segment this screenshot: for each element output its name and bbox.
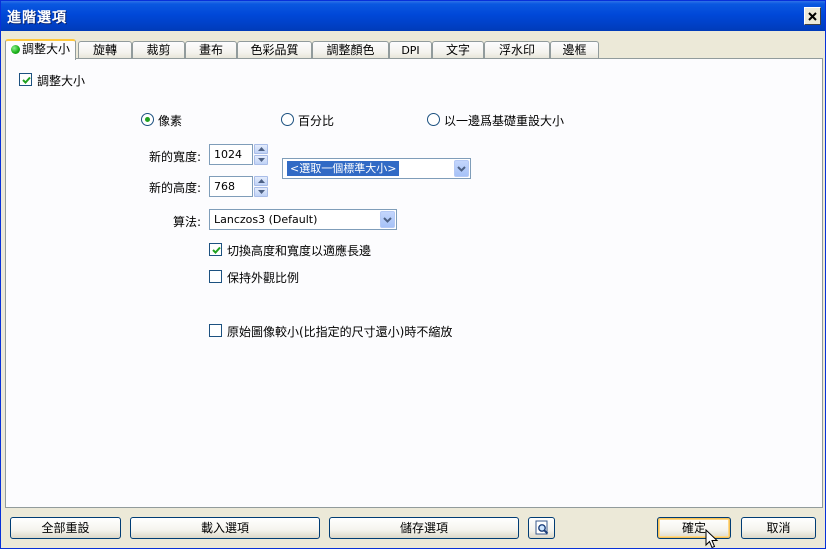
tab-label: 調整顏色 <box>326 43 375 57</box>
dropdown-button[interactable] <box>380 211 395 228</box>
tab-label: DPI <box>401 44 420 57</box>
preview-button[interactable] <box>528 517 555 539</box>
standard-size-value: <選取一個標準大小> <box>287 161 400 176</box>
checkmark-icon <box>22 76 31 84</box>
tab-color-quality[interactable]: 色彩品質 <box>237 41 312 59</box>
chevron-down-icon <box>457 165 466 172</box>
arrow-down-icon <box>257 158 265 162</box>
tab-resize[interactable]: 調整大小 <box>5 39 76 60</box>
tab-label: 畫布 <box>198 43 223 57</box>
algorithm-label: 算法: <box>173 215 202 229</box>
checkmark-icon <box>212 246 221 254</box>
tab-label: 邊框 <box>562 43 587 57</box>
enable-resize-checkbox[interactable] <box>19 73 32 86</box>
radio-one-side-label: 以一邊爲基礎重設大小 <box>444 114 565 128</box>
tab-label: 色彩品質 <box>250 43 299 57</box>
arrow-down-icon <box>257 190 265 194</box>
width-decrement-button[interactable] <box>254 155 268 165</box>
arrow-up-icon <box>257 147 265 151</box>
reset-all-button[interactable]: 全部重設 <box>10 517 121 539</box>
height-increment-button[interactable] <box>254 176 268 186</box>
mouse-pointer-icon <box>705 529 719 549</box>
radio-percent-label: 百分比 <box>298 114 335 128</box>
title-bar: 進階選項 <box>1 1 825 31</box>
tab-label: 浮水印 <box>498 43 535 57</box>
no-enlarge-label: 原始圖像較小(比指定的尺寸還小)時不縮放 <box>227 325 453 339</box>
tab-adjust-color[interactable]: 調整顏色 <box>312 41 389 59</box>
save-options-button[interactable]: 儲存選項 <box>329 517 519 539</box>
standard-size-select[interactable]: <選取一個標準大小> <box>282 158 471 179</box>
chevron-down-icon <box>383 216 392 223</box>
tab-label: 裁剪 <box>146 43 171 57</box>
height-label: 新的高度: <box>149 181 202 195</box>
radio-pixels-label: 像素 <box>158 114 183 128</box>
tab-rotate[interactable]: 旋轉 <box>78 41 132 59</box>
tab-label: 旋轉 <box>92 43 117 57</box>
close-icon <box>808 11 817 21</box>
advanced-options-dialog: 進階選項 調整大小 旋轉 裁剪 畫布 色彩品質 調整顏色 DPI 文字 浮水印 … <box>0 0 826 549</box>
keep-aspect-label: 保持外觀比例 <box>227 271 300 285</box>
window-title: 進階選項 <box>7 10 67 26</box>
ok-button[interactable]: 確定 <box>657 517 731 539</box>
resize-panel: 調整大小 像素 百分比 以一邊爲基礎重設大小 新的寬度: 1024 <選取一個標… <box>5 58 823 508</box>
tab-canvas[interactable]: 畫布 <box>185 41 237 59</box>
width-label: 新的寬度: <box>149 150 202 164</box>
height-input[interactable]: 768 <box>209 176 253 197</box>
tab-label: 文字 <box>445 43 470 57</box>
tab-watermark[interactable]: 浮水印 <box>484 41 550 59</box>
tab-label: 調整大小 <box>21 42 70 56</box>
swap-dimensions-label: 切換高度和寬度以適應長邊 <box>227 244 372 258</box>
radio-selected-dot <box>145 117 150 122</box>
enable-resize-label: 調整大小 <box>37 74 86 88</box>
tab-border[interactable]: 邊框 <box>550 41 599 59</box>
tab-crop[interactable]: 裁剪 <box>132 41 185 59</box>
tab-text[interactable]: 文字 <box>432 41 484 59</box>
width-input[interactable]: 1024 <box>209 144 253 165</box>
algorithm-select[interactable]: Lanczos3 (Default) <box>209 209 397 230</box>
load-options-button[interactable]: 載入選項 <box>130 517 320 539</box>
width-spinner <box>254 144 268 165</box>
no-enlarge-checkbox[interactable] <box>209 324 222 337</box>
tab-dpi[interactable]: DPI <box>389 41 432 59</box>
radio-percent[interactable] <box>281 113 294 126</box>
radio-pixels[interactable] <box>141 113 154 126</box>
height-decrement-button[interactable] <box>254 187 268 197</box>
active-dot-icon <box>10 45 20 54</box>
algorithm-value: Lanczos3 (Default) <box>214 213 318 226</box>
dropdown-button[interactable] <box>454 160 469 177</box>
cancel-button[interactable]: 取消 <box>741 517 816 539</box>
swap-dimensions-checkbox[interactable] <box>209 243 222 256</box>
keep-aspect-checkbox[interactable] <box>209 270 222 283</box>
height-spinner <box>254 176 268 197</box>
radio-one-side[interactable] <box>427 113 440 126</box>
close-button[interactable] <box>804 7 821 25</box>
magnifier-preview-icon <box>535 520 548 535</box>
arrow-up-icon <box>257 179 265 183</box>
width-increment-button[interactable] <box>254 144 268 154</box>
